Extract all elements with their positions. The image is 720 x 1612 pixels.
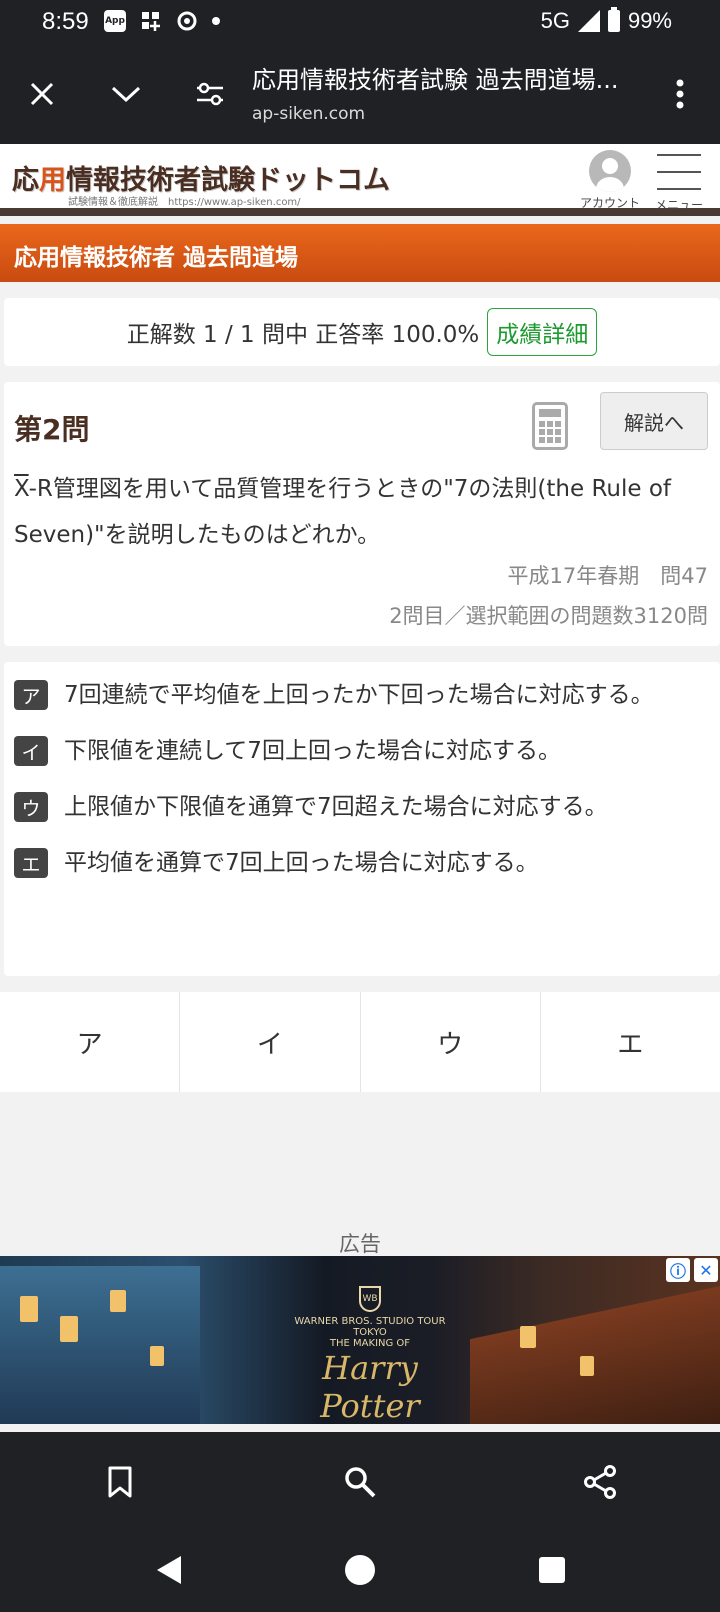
notification-icons: App	[104, 10, 220, 32]
grid-notification-icon	[140, 10, 162, 32]
wb-shield-icon: WB	[359, 1286, 381, 1312]
ad-info-icon[interactable]: ⓘ	[666, 1258, 690, 1282]
score-detail-button[interactable]: 成績詳細	[487, 308, 598, 356]
section-title: 応用情報技術者 過去問道場	[14, 245, 299, 271]
answer-buttons: ア イ ウ エ	[0, 992, 720, 1092]
choice-tag: ウ	[14, 792, 48, 822]
ad-label: 広告	[339, 1232, 381, 1256]
home-icon[interactable]	[340, 1550, 380, 1590]
ad-building-left	[0, 1266, 200, 1424]
page-title: 応用情報技術者試験 過去問道場...	[252, 66, 619, 94]
calculator-icon[interactable]	[532, 402, 568, 450]
ad-banner[interactable]: WB WARNER BROS. STUDIO TOUR TOKYO THE MA…	[0, 1256, 720, 1424]
hamburger-menu-icon	[657, 154, 701, 190]
question-progress: 2問目／選択範囲の問題数3120問	[389, 604, 708, 628]
score-card: 正解数 1 / 1 問中 正答率 100.0% 成績詳細	[4, 298, 720, 366]
answer-button-i[interactable]: イ	[180, 992, 361, 1092]
answer-button-a[interactable]: ア	[0, 992, 181, 1092]
choice-text: 平均値を通算で7回上回った場合に対応する。	[64, 850, 539, 876]
section-title-bar: 応用情報技術者 過去問道場	[0, 224, 720, 282]
status-right: 5G 99%	[540, 7, 672, 34]
logo-accent: 用	[39, 165, 66, 196]
sync-notification-icon	[176, 10, 198, 32]
battery-icon	[607, 7, 620, 32]
ad-brand-line: WARNER BROS. STUDIO TOUR TOKYO	[294, 1316, 446, 1338]
share-icon[interactable]	[578, 1460, 622, 1504]
choice-u: ウ 上限値か下限値を通算で7回超えた場合に対応する。	[4, 784, 720, 830]
logo-subtitle: 試験情報＆徹底解説 https://www.ap-siken.com/	[68, 197, 301, 208]
browser-toolbar: 応用情報技術者試験 過去問道場... ap-siken.com	[0, 46, 720, 144]
ad-window	[110, 1290, 126, 1312]
question-card: 第2問 解説へ X-R管理図を用いて品質管理を行うときの"7の法則(the Ru…	[4, 382, 720, 646]
bottom-toolbar	[0, 1432, 720, 1532]
ad-window	[20, 1296, 38, 1322]
choice-text: 下限値を連続して7回上回った場合に対応する。	[64, 738, 561, 764]
choice-e: エ 平均値を通算で7回上回った場合に対応する。	[4, 840, 720, 886]
ad-building-right	[470, 1286, 720, 1424]
site-header: 応用情報技術者試験ドットコム 試験情報＆徹底解説 https://www.ap-…	[0, 144, 720, 216]
account-button[interactable]: アカウント	[580, 150, 640, 211]
ad-title: Harry Potter	[320, 1349, 420, 1424]
choice-tag: ア	[14, 680, 48, 710]
ad-making-of: THE MAKING OF	[329, 1338, 411, 1349]
bookmark-icon[interactable]	[98, 1460, 142, 1504]
status-bar: 8:59 App 5G 99%	[0, 0, 720, 46]
system-navigation-bar	[0, 1532, 720, 1612]
ad-window	[580, 1356, 594, 1376]
network-type: 5G	[540, 8, 570, 33]
answer-button-u[interactable]: ウ	[361, 992, 541, 1092]
menu-button[interactable]: メニュー	[655, 150, 703, 213]
question-text: X-R管理図を用いて品質管理を行うときの"7の法則(the Rule of Se…	[14, 466, 708, 558]
question-number: 第2問	[14, 413, 90, 446]
more-options-icon[interactable]	[656, 70, 704, 118]
question-source: 平成17年春期 問47	[507, 564, 708, 588]
explanation-button[interactable]: 解説へ	[600, 392, 708, 450]
ad-logo: WB WARNER BROS. STUDIO TOUR TOKYO THE MA…	[290, 1286, 450, 1424]
close-icon[interactable]	[18, 70, 66, 118]
more-notifications-dot	[212, 17, 220, 25]
site-logo[interactable]: 応用情報技術者試験ドットコム	[12, 158, 390, 197]
choice-text: 7回連続で平均値を上回ったか下回った場合に対応する。	[64, 682, 654, 708]
recents-icon[interactable]	[532, 1550, 572, 1590]
page-settings-icon[interactable]	[186, 70, 234, 118]
battery-percent: 99%	[627, 8, 672, 33]
choice-i: イ 下限値を連続して7回上回った場合に対応する。	[4, 728, 720, 774]
chevron-down-icon[interactable]	[102, 70, 150, 118]
back-icon[interactable]	[148, 1550, 188, 1590]
choices-card: ア 7回連続で平均値を上回ったか下回った場合に対応する。 イ 下限値を連続して7…	[4, 662, 720, 976]
app-notification-icon: App	[104, 10, 126, 32]
search-icon[interactable]	[338, 1460, 382, 1504]
ad-window	[520, 1326, 536, 1348]
account-label: アカウント	[580, 196, 641, 210]
logo-text-start: 応	[12, 165, 39, 196]
page-url: ap-siken.com	[252, 104, 366, 124]
x-bar-symbol: X	[14, 476, 29, 502]
signal-icon	[577, 10, 600, 32]
ad-window	[150, 1346, 164, 1366]
choice-a: ア 7回連続で平均値を上回ったか下回った場合に対応する。	[4, 672, 720, 718]
menu-label: メニュー	[655, 198, 704, 212]
account-icon	[589, 150, 631, 192]
question-body: -R管理図を用いて品質管理を行うときの"7の法則(the Rule of Sev…	[14, 476, 672, 548]
logo-text-end: 情報技術者試験ドットコム	[66, 165, 390, 196]
choice-text: 上限値か下限値を通算で7回超えた場合に対応する。	[64, 794, 608, 820]
ad-controls: ⓘ ✕	[666, 1258, 718, 1282]
answer-button-e[interactable]: エ	[541, 992, 720, 1092]
ad-close-icon[interactable]: ✕	[694, 1258, 718, 1282]
choice-tag: エ	[14, 848, 48, 878]
ad-window	[60, 1316, 78, 1342]
score-text: 正解数 1 / 1 問中 正答率 100.0%	[126, 322, 480, 348]
choice-tag: イ	[14, 736, 48, 766]
status-time: 8:59	[42, 8, 89, 35]
